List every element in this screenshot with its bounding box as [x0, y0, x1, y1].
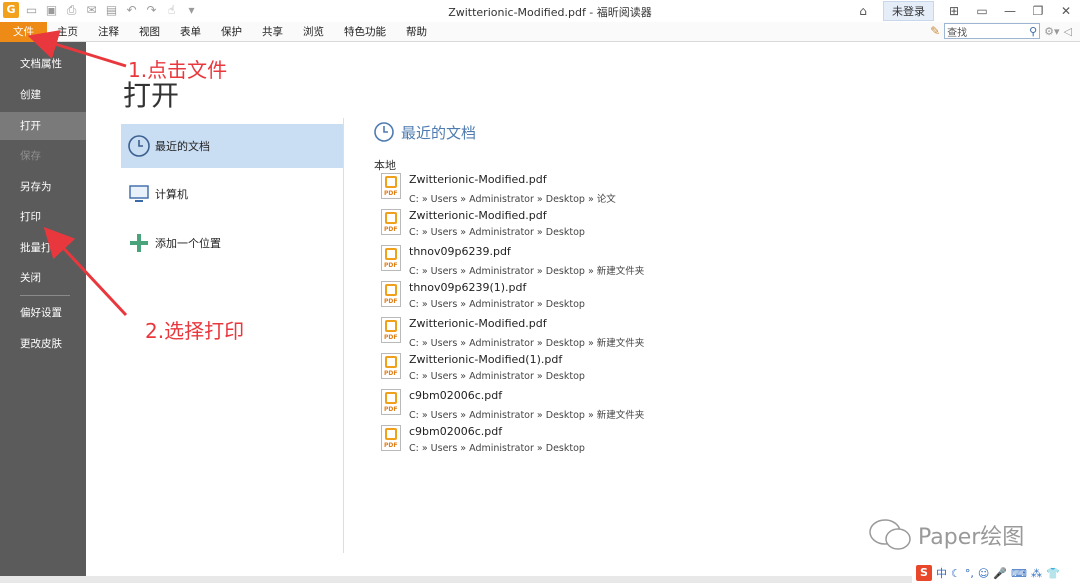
annotation-arrows: [27, 30, 128, 317]
moon-icon[interactable]: ☾: [951, 567, 961, 580]
arrow-to-file: [27, 30, 127, 68]
apps-icon[interactable]: ⁂: [1031, 567, 1042, 580]
annotation-step2: 2.选择打印: [145, 319, 245, 343]
arrow-to-print: [43, 227, 128, 317]
wechat-icon: [869, 519, 911, 550]
ime-toolbar: S 中 ☾ °, ☺ 🎤 ⌨ ⁂ 👕: [912, 563, 1080, 583]
ime-lang[interactable]: 中: [936, 565, 947, 581]
watermark: Paper绘图: [868, 518, 1024, 552]
emoji-icon[interactable]: ☺: [978, 567, 989, 580]
annotation-step1: 1.点击文件: [128, 58, 228, 82]
mic-icon[interactable]: 🎤: [993, 567, 1007, 580]
punct-icon[interactable]: °,: [965, 567, 974, 580]
sogou-logo-icon[interactable]: S: [916, 565, 932, 581]
keyboard-icon[interactable]: ⌨: [1011, 567, 1027, 580]
shirt-icon[interactable]: 👕: [1046, 567, 1060, 580]
watermark-text: Paper绘图: [918, 525, 1025, 550]
